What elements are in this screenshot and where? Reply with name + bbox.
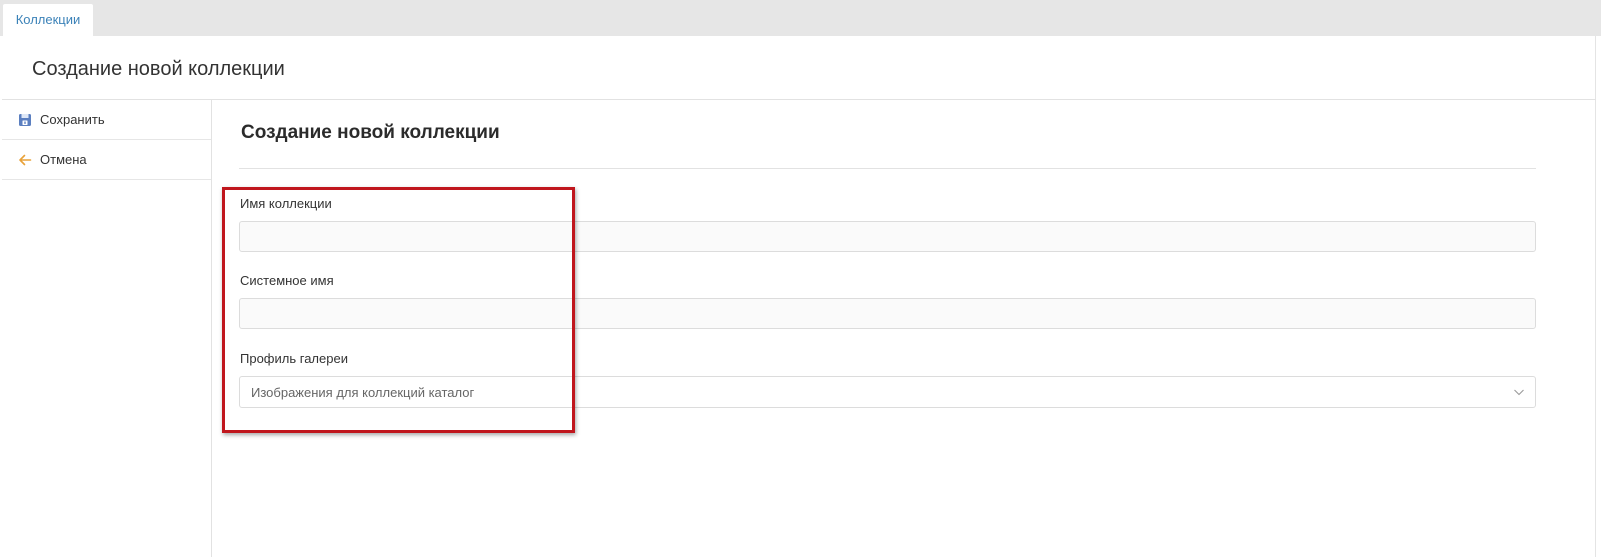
collection-name-label: Имя коллекции: [240, 196, 332, 211]
tab-collections[interactable]: Коллекции: [3, 4, 93, 37]
gallery-profile-label: Профиль галереи: [240, 351, 348, 366]
action-sidebar: Сохранить Отмена: [2, 100, 212, 557]
system-name-label: Системное имя: [240, 273, 334, 288]
save-icon: [19, 114, 31, 126]
gallery-profile-selected: Изображения для коллекций каталог: [251, 385, 475, 400]
page-header: Создание новой коллекции: [2, 36, 1596, 100]
cancel-button-label: Отмена: [40, 152, 87, 167]
system-name-input[interactable]: [239, 298, 1536, 329]
form-area: Создание новой коллекции Имя коллекции С…: [212, 100, 1596, 557]
page-frame: Создание новой коллекции Сохранить Отмен…: [2, 36, 1596, 557]
page-title: Создание новой коллекции: [32, 58, 285, 80]
gallery-profile-select[interactable]: Изображения для коллекций каталог: [239, 376, 1536, 408]
tab-bar: Коллекции: [0, 0, 1601, 37]
title-divider: [239, 168, 1536, 169]
chevron-down-icon: [1514, 389, 1524, 396]
arrow-left-icon: [19, 154, 32, 166]
collection-name-input[interactable]: [239, 221, 1536, 252]
save-button[interactable]: Сохранить: [2, 100, 211, 140]
cancel-button[interactable]: Отмена: [2, 140, 211, 180]
save-button-label: Сохранить: [40, 112, 105, 127]
form-title: Создание новой коллекции: [241, 122, 500, 143]
